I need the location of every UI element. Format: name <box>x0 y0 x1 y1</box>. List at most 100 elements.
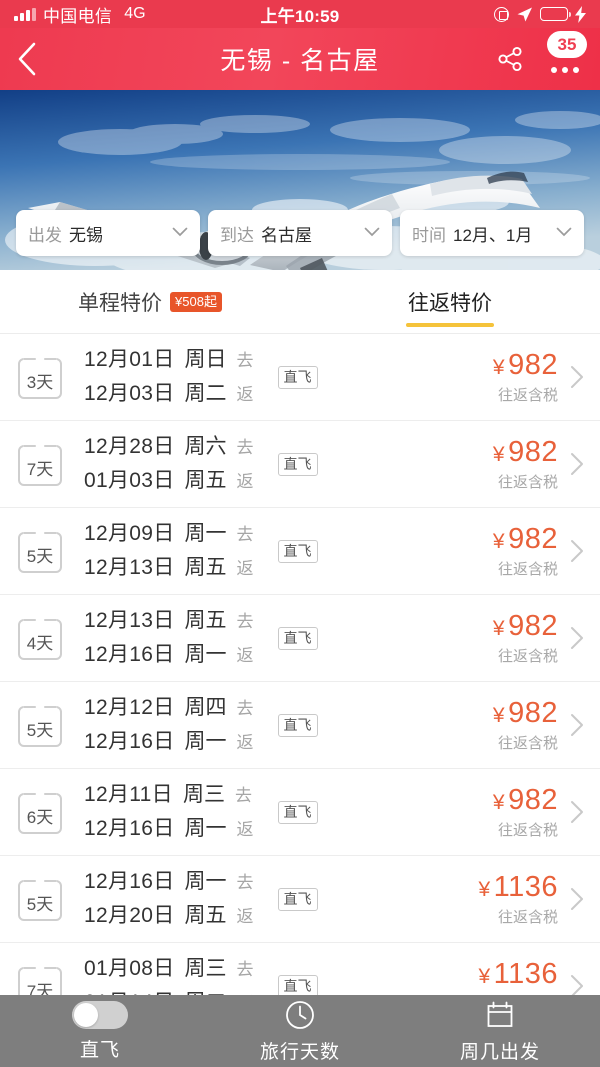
currency-symbol: ¥ <box>478 878 491 901</box>
return-weekday: 周二 <box>185 986 227 995</box>
more-options-button[interactable]: 35 <box>546 31 587 79</box>
trip-duration-calendar-icon: 5天 <box>14 699 66 751</box>
price-value: ¥1136 <box>478 958 558 991</box>
chevron-down-icon <box>550 224 572 242</box>
trip-duration-label: 5天 <box>26 546 54 566</box>
price-tax-note: 往返含税 <box>497 561 558 578</box>
return-weekday: 周五 <box>184 469 227 492</box>
flight-deal-list[interactable]: 3天 12月01日 周日去 12月03日 周二返直飞 ¥982 往返含税 7天 12月28日 周六… <box>0 334 600 995</box>
nonstop-tag: 直飞 <box>277 800 318 824</box>
back-button[interactable] <box>16 37 60 81</box>
trip-duration-calendar-icon: 5天 <box>14 525 66 577</box>
flight-deal-row[interactable]: 5天 12月12日 周四去 12月16日 周一返 直飞 ¥982 往返含税 <box>0 682 600 769</box>
trip-duration-label: 5天 <box>26 720 54 740</box>
row-chevron-right-icon <box>562 713 584 737</box>
depart-weekday: 周四 <box>184 696 227 719</box>
trip-duration-calendar-icon: 7天 <box>14 960 66 995</box>
price-value: ¥982 <box>493 697 558 730</box>
return-date: 12月03日 <box>84 382 175 405</box>
flight-deal-row[interactable]: 4天 12月13日 周五去 12月16日 周一返 直飞 ¥982 往返含税 <box>0 595 600 682</box>
flight-deal-row[interactable]: 7天 12月28日 周六去 01月03日 周五返 直飞 ¥982 往返含税 <box>0 421 600 508</box>
flight-deal-row[interactable]: 6天 12月11日 周三去 12月16日 周一返 直飞 ¥982 往返含税 <box>0 769 600 856</box>
share-button[interactable] <box>494 42 528 76</box>
row-chevron-right-icon <box>562 974 584 995</box>
tab-bar: 单程特价 ¥508起 往返特价 <box>0 270 600 334</box>
price-tax-note: 往返含税 <box>497 822 558 839</box>
nonstop-tag: 直飞 <box>277 887 318 911</box>
price-tax-note: 往返含税 <box>497 648 558 665</box>
tab-oneway[interactable]: 单程特价 ¥508起 <box>0 270 300 333</box>
depart-date: 12月13日 <box>84 609 175 632</box>
price-tax-note: 往返含税 <box>497 387 558 404</box>
trip-duration-calendar-icon: 3天 <box>14 351 66 403</box>
depart-date: 12月16日 <box>84 870 175 893</box>
flight-deal-row[interactable]: 3天 12月01日 周日去 12月03日 周二返 直飞 ¥982 往返含税 <box>0 334 600 421</box>
signal-strength-icon <box>14 7 36 21</box>
outbound-label: 去 <box>236 699 254 718</box>
rotation-lock-icon <box>494 6 509 22</box>
return-label: 返 <box>236 385 254 404</box>
depart-date: 01月08日 <box>84 957 175 980</box>
filter-nonstop[interactable]: 直飞 <box>0 1000 200 1062</box>
currency-symbol: ¥ <box>492 356 506 379</box>
row-chevron-right-icon <box>562 887 584 911</box>
return-label: 返 <box>236 646 254 665</box>
nonstop-tag: 直飞 <box>277 365 318 389</box>
status-bar: 中国电信 4G 上午10:59 <box>0 0 600 28</box>
return-label: 返 <box>236 559 254 578</box>
currency-symbol: ¥ <box>492 443 506 466</box>
time-selector[interactable]: 时间 12月、1月 <box>400 210 584 256</box>
trip-duration-label: 4天 <box>26 633 54 653</box>
trip-duration-calendar-icon: 6天 <box>14 786 66 838</box>
navigation-bar: 无锡 - 名古屋 35 <box>0 28 600 90</box>
more-dots-icon <box>551 67 579 79</box>
trip-duration-label: 6天 <box>26 807 54 827</box>
return-weekday: 周五 <box>184 904 227 927</box>
price-amount: 982 <box>508 349 558 381</box>
flight-deal-row[interactable]: 5天 12月16日 周一去 12月20日 周五返 直飞 ¥1136 往返含税 <box>0 856 600 943</box>
departure-selector[interactable]: 出发 无锡 <box>16 210 200 256</box>
chevron-left-icon <box>18 42 36 76</box>
filter-departure-weekday[interactable]: 周几出发 <box>400 999 600 1064</box>
toggle-switch[interactable] <box>72 1000 128 1029</box>
trip-dates: 12月28日 周六去 01月03日 周五返 <box>84 430 254 498</box>
flight-deal-row[interactable]: 5天 12月09日 周一去 12月13日 周五返 直飞 ¥982 往返含税 <box>0 508 600 595</box>
price-amount: 982 <box>508 784 558 816</box>
price-tax-note: 往返含税 <box>497 474 558 491</box>
tab-roundtrip[interactable]: 往返特价 <box>300 270 600 333</box>
price-block: ¥982 往返含税 <box>493 697 562 753</box>
arrival-selector[interactable]: 到达 名古屋 <box>208 210 392 256</box>
departure-value: 无锡 <box>69 225 103 245</box>
hero-banner: 出发 无锡 到达 名古屋 时间 12月、1月 <box>0 90 600 270</box>
outbound-label: 去 <box>236 612 254 631</box>
return-label: 返 <box>236 472 254 491</box>
return-date: 12月13日 <box>84 556 175 579</box>
return-label: 返 <box>236 820 254 839</box>
trip-dates: 12月12日 周四去 12月16日 周一返 <box>84 691 254 759</box>
return-date: 01月14日 <box>84 986 175 995</box>
price-amount: 982 <box>508 436 558 468</box>
price-amount: 982 <box>508 523 558 555</box>
trip-dates: 12月01日 周日去 12月03日 周二返 <box>84 343 254 411</box>
filter-trip-days[interactable]: 旅行天数 <box>200 999 400 1064</box>
currency-symbol: ¥ <box>492 530 506 553</box>
flight-deal-row[interactable]: 7天01月08日周三去01月14日周二返直飞¥1136往返含税 <box>0 943 600 995</box>
tab-roundtrip-label: 往返特价 <box>408 291 492 315</box>
price-block: ¥982 往返含税 <box>493 784 562 840</box>
price-block: ¥1136往返含税 <box>478 958 562 995</box>
price-block: ¥982 往返含税 <box>493 349 562 405</box>
time-label: 时间 <box>412 225 446 245</box>
row-chevron-right-icon <box>562 626 584 650</box>
price-value: ¥982 <box>493 436 558 469</box>
outbound-label: 去 <box>234 786 252 805</box>
arrival-value: 名古屋 <box>261 225 312 245</box>
price-block: ¥982 往返含税 <box>493 436 562 492</box>
return-weekday: 周一 <box>184 730 227 753</box>
trip-dates: 12月13日 周五去 12月16日 周一返 <box>84 604 254 672</box>
price-amount: 982 <box>508 697 558 729</box>
nonstop-tag: 直飞 <box>277 626 318 650</box>
currency-symbol: ¥ <box>492 617 506 640</box>
depart-date: 12月01日 <box>84 348 175 371</box>
trip-dates: 12月09日 周一去 12月13日 周五返 <box>84 517 254 585</box>
depart-date: 12月28日 <box>84 435 175 458</box>
